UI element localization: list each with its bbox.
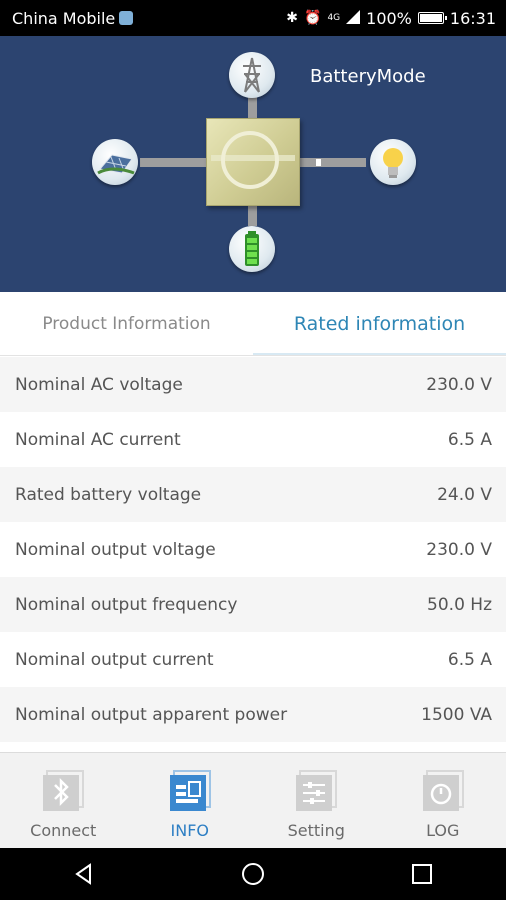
bluetooth-status-icon: ✱ [286,10,298,26]
back-icon [75,863,92,885]
clock: 16:31 [449,8,496,28]
nav-label: Connect [30,821,97,840]
flow-line-battery [248,204,257,226]
tab-product-information[interactable]: Product Information [0,292,253,356]
item-value: 230.0 V [426,374,492,395]
carrier-name: China Mobile [12,8,116,28]
back-button[interactable] [54,854,114,894]
recents-icon [411,864,432,884]
status-bar: China Mobile ✱ ⏰ 4G 100% 16:31 [0,0,506,36]
item-value: 24.0 V [437,484,492,505]
network-type-icon: 4G [327,12,341,23]
battery-icon [417,12,447,24]
item-label: Nominal output apparent power [15,704,288,725]
info-icon [168,769,212,813]
mode-label: BatteryMode [310,66,426,87]
nav-setting[interactable]: Setting [253,753,380,849]
status-icons: ✱ ⏰ 4G 100% 16:31 [286,9,496,28]
item-value: 1500 VA [421,704,492,725]
item-value: 6.5 A [447,649,492,670]
battery-percent: 100% [366,8,412,28]
bottom-nav: Connect INFO Setting LOG [0,752,506,849]
nav-connect[interactable]: Connect [0,753,127,849]
solar-panel-icon [92,139,138,185]
item-label: Nominal output voltage [15,539,216,560]
list-item: Nominal output current 6.5 A [0,632,506,687]
bluetooth-icon [41,769,85,813]
system-nav-bar [0,848,506,900]
carrier-group: China Mobile [12,8,134,28]
info-tabs: Product Information Rated information [0,292,506,356]
rated-info-list: Nominal AC voltage 230.0 V Nominal AC cu… [0,357,506,742]
item-label: Nominal output frequency [15,594,238,615]
nav-label: Setting [287,821,345,840]
list-item: Nominal AC current 6.5 A [0,412,506,467]
nav-log[interactable]: LOG [380,753,506,849]
flow-line-grid [248,96,257,118]
nav-info[interactable]: INFO [127,753,254,849]
carrier-app-icon [119,11,134,25]
flow-indicator [316,159,321,166]
recents-button[interactable] [392,854,452,894]
list-item: Nominal output voltage 230.0 V [0,522,506,577]
item-value: 50.0 Hz [427,594,492,615]
signal-icon [346,9,361,28]
list-item: Nominal output apparent power 1500 VA [0,687,506,742]
tab-rated-information[interactable]: Rated information [253,292,506,356]
tabs-divider [0,355,506,356]
item-label: Nominal AC voltage [15,374,183,395]
nav-label: INFO [170,821,209,840]
settings-icon [294,769,338,813]
list-item: Nominal AC voltage 230.0 V [0,357,506,412]
item-label: Nominal output current [15,649,214,670]
flow-line-load [298,158,366,167]
item-value: 230.0 V [426,539,492,560]
battery-level-icon [229,226,275,272]
log-icon [421,769,465,813]
item-label: Rated battery voltage [15,484,202,505]
home-icon [241,863,264,885]
list-item: Nominal output frequency 50.0 Hz [0,577,506,632]
flow-line-solar [140,158,206,167]
item-value: 6.5 A [447,429,492,450]
alarm-icon: ⏰ [304,10,322,26]
light-bulb-icon [370,139,416,185]
power-flow-diagram: BatteryMode [0,36,506,292]
home-button[interactable] [223,854,283,894]
inverter-icon [206,118,300,206]
nav-label: LOG [426,821,460,840]
item-label: Nominal AC current [15,429,181,450]
list-item: Rated battery voltage 24.0 V [0,467,506,522]
grid-tower-icon [229,52,275,98]
